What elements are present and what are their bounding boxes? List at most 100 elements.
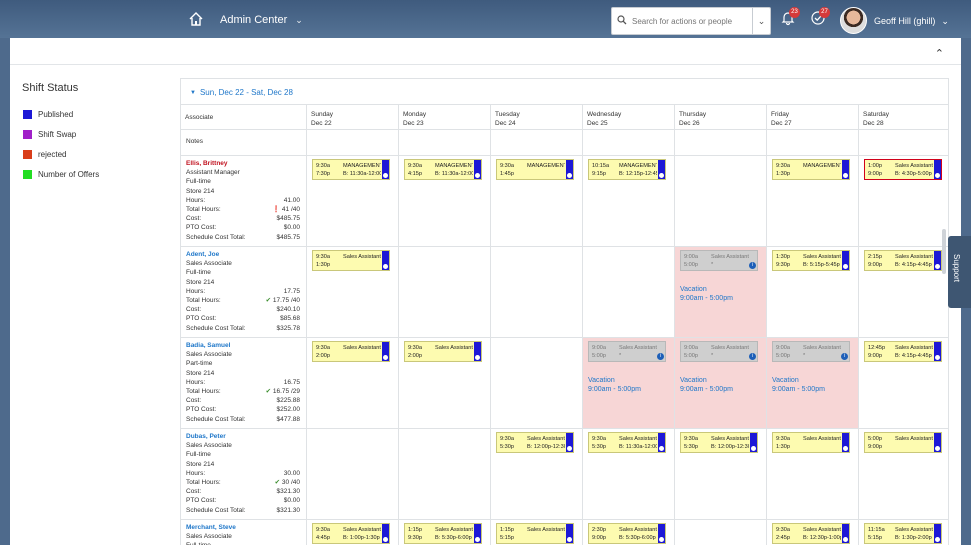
shift-cell[interactable]: 9:30a 7:30p MANAGEMENT B: 11:30a-12:00p [306, 156, 398, 246]
shift-start: 9:30a [500, 163, 514, 169]
shift-block[interactable]: 9:30a 4:15p MANAGEMENT B: 11:30a-12:00p [404, 159, 482, 180]
notes-day-cell[interactable] [306, 130, 398, 155]
shift-block[interactable]: 5:00p 9:00p Sales Assistant [864, 432, 942, 453]
associate-name[interactable]: Ellis, Brittney [186, 159, 306, 168]
notes-day-cell[interactable] [766, 130, 858, 155]
shift-cell[interactable]: 9:00a 5:00p Sales Assistant * i Vacation 9:… [582, 338, 674, 428]
shift-block[interactable]: 9:30a 2:45p Sales Assistant B: 12:30p-1:00… [772, 523, 850, 544]
search-dropdown-icon[interactable]: ⌄ [752, 8, 770, 34]
shift-cell[interactable]: 9:30a 4:45p Sales Assistant B: 1:00p-1:30p [306, 520, 398, 545]
shift-block[interactable]: 9:30a 1:30p Sales Assistant [772, 432, 850, 453]
shift-block[interactable]: 9:30a 1:30p MANAGEMENT [772, 159, 850, 180]
shift-start: 9:30a [592, 436, 606, 442]
shift-cell[interactable] [398, 429, 490, 519]
shift-cell[interactable] [674, 156, 766, 246]
shift-cell[interactable]: 9:00a 5:00p Sales Assistant * i Vacation 9:… [674, 338, 766, 428]
shift-cell[interactable]: 12:45p 9:00p Sales Assistant B: 4:15p-4:45… [858, 338, 948, 428]
user-menu[interactable]: Geoff Hill (ghill) ⌄ [874, 16, 949, 27]
shift-cell[interactable]: 9:30a 4:15p MANAGEMENT B: 11:30a-12:00p [398, 156, 490, 246]
shift-block[interactable]: 9:30a 1:45p MANAGEMENT [496, 159, 574, 180]
notes-day-cell[interactable] [398, 130, 490, 155]
shift-cell[interactable] [398, 247, 490, 337]
shift-cell[interactable] [490, 247, 582, 337]
notes-day-cell[interactable] [674, 130, 766, 155]
shift-times: 9:30a 7:30p [316, 162, 330, 178]
cost-label: Cost: [186, 397, 202, 405]
shift-cell[interactable]: 9:30a 5:30p Sales Assistant B: 12:00p-12:3… [674, 429, 766, 519]
shift-block[interactable]: 1:30p 9:30p Sales Assistant B: 5:15p-5:45p [772, 250, 850, 271]
shift-cell[interactable]: 9:30a 1:45p MANAGEMENT [490, 156, 582, 246]
schedule-cost-value: $485.75 [276, 233, 301, 241]
shift-block[interactable]: 9:00a 5:00p Sales Assistant * i [772, 341, 850, 362]
shift-block[interactable]: 12:45p 9:00p Sales Assistant B: 4:15p-4:45… [864, 341, 942, 362]
shift-cell[interactable]: 11:15a 5:15p Sales Assistant B: 1:30p-2:00… [858, 520, 948, 545]
shift-cell[interactable]: 5:00p 9:00p Sales Assistant [858, 429, 948, 519]
shift-cell[interactable]: 9:30a 5:30p Sales Assistant B: 11:30a-12:0… [582, 429, 674, 519]
shift-cell[interactable]: 2:30p 9:00p Sales Assistant B: 5:30p-6:00p [582, 520, 674, 545]
shift-cell[interactable]: 9:30a 1:30p MANAGEMENT [766, 156, 858, 246]
shift-cell[interactable]: 9:30a 2:00p Sales Assistant [398, 338, 490, 428]
search-input[interactable] [632, 16, 750, 26]
notifications-button[interactable]: 23 [780, 7, 800, 28]
shift-end: 5:30p [500, 444, 514, 450]
shift-cell[interactable]: 9:30a 2:00p Sales Assistant [306, 338, 398, 428]
associate-name[interactable]: Dubas, Peter [186, 432, 306, 441]
shift-block[interactable]: 9:30a 1:30p Sales Assistant [312, 250, 390, 271]
shift-cell[interactable] [306, 429, 398, 519]
shift-cell[interactable]: 9:30a 1:30p Sales Assistant [766, 429, 858, 519]
shift-cell[interactable]: 2:15p 9:00p Sales Assistant B: 4:15p-4:45p [858, 247, 948, 337]
shift-cell[interactable]: 9:30a 1:30p Sales Assistant [306, 247, 398, 337]
date-range-toggle[interactable]: ▼ Sun, Dec 22 - Sat, Dec 28 [190, 88, 293, 97]
shift-end: 4:45p [316, 535, 330, 541]
shift-block[interactable]: 2:15p 9:00p Sales Assistant B: 4:15p-4:45p [864, 250, 942, 271]
shift-cell[interactable]: 1:15p 9:30p Sales Assistant B: 5:30p-6:00p [398, 520, 490, 545]
shift-block[interactable]: 9:30a 5:30p Sales Assistant B: 11:30a-12:0… [588, 432, 666, 453]
shift-block[interactable]: 2:30p 9:00p Sales Assistant B: 5:30p-6:00p [588, 523, 666, 544]
shift-cell[interactable]: 9:00a 5:00p Sales Assistant * i Vacation 9:… [766, 338, 858, 428]
shift-cell[interactable] [674, 520, 766, 545]
shift-block[interactable]: 9:30a 7:30p MANAGEMENT B: 11:30a-12:00p [312, 159, 390, 180]
support-tab[interactable]: Support [948, 236, 971, 308]
shift-block[interactable]: 9:00a 5:00p Sales Assistant * i [680, 250, 758, 271]
tasks-button[interactable]: 27 [810, 7, 830, 28]
shift-cell[interactable] [490, 338, 582, 428]
shift-block[interactable]: 9:30a 2:00p Sales Assistant [404, 341, 482, 362]
shift-block[interactable]: 9:00a 5:00p Sales Assistant * i [680, 341, 758, 362]
shift-cell[interactable]: 9:30a 2:45p Sales Assistant B: 12:30p-1:00… [766, 520, 858, 545]
info-icon[interactable]: i [749, 262, 756, 269]
shift-block[interactable]: 9:30a 2:00p Sales Assistant [312, 341, 390, 362]
module-switcher[interactable]: Admin Center ⌄ [220, 14, 303, 26]
info-icon[interactable]: i [749, 353, 756, 360]
shift-block[interactable]: 1:15p 9:30p Sales Assistant B: 5:30p-6:00p [404, 523, 482, 544]
shift-end: 9:00p [592, 535, 606, 541]
shift-block[interactable]: 11:15a 5:15p Sales Assistant B: 1:30p-2:00… [864, 523, 942, 544]
home-icon[interactable] [188, 11, 204, 27]
collapse-up-icon[interactable]: ⌃ [935, 47, 944, 60]
shift-cell[interactable]: 1:15p 5:15p Sales Assistant [490, 520, 582, 545]
associate-name[interactable]: Adent, Joe [186, 250, 306, 259]
notes-day-cell[interactable] [582, 130, 674, 155]
shift-block[interactable]: 9:00a 5:00p Sales Assistant * i [588, 341, 666, 362]
vertical-scrollbar[interactable] [942, 229, 946, 274]
avatar[interactable] [840, 7, 867, 34]
shift-start: 2:30p [592, 527, 606, 533]
shift-cell[interactable]: 1:00p 9:00p Sales Assistant B: 4:30p-5:00p [858, 156, 948, 246]
associate-info: Adent, Joe Sales Associate Full-time Sto… [181, 247, 306, 337]
notes-day-cell[interactable] [490, 130, 582, 155]
shift-cell[interactable]: 10:15a 9:15p MANAGEMENT B: 12:15p-12:45p [582, 156, 674, 246]
shift-block[interactable]: 9:30a 5:30p Sales Assistant B: 12:00p-12:3… [680, 432, 758, 453]
info-icon[interactable]: i [841, 353, 848, 360]
shift-block[interactable]: 9:30a 4:45p Sales Assistant B: 1:00p-1:30p [312, 523, 390, 544]
shift-cell[interactable] [582, 247, 674, 337]
shift-block[interactable]: 9:30a 5:30p Sales Assistant B: 12:00p-12:3… [496, 432, 574, 453]
shift-block[interactable]: 1:00p 9:00p Sales Assistant B: 4:30p-5:00p [864, 159, 942, 180]
notes-day-cell[interactable] [858, 130, 948, 155]
associate-name[interactable]: Badia, Samuel [186, 341, 306, 350]
associate-name[interactable]: Merchant, Steve [186, 523, 306, 532]
shift-block[interactable]: 10:15a 9:15p MANAGEMENT B: 12:15p-12:45p [588, 159, 666, 180]
shift-cell[interactable]: 9:00a 5:00p Sales Assistant * i Vacation 9:… [674, 247, 766, 337]
shift-cell[interactable]: 1:30p 9:30p Sales Assistant B: 5:15p-5:45p [766, 247, 858, 337]
info-icon[interactable]: i [657, 353, 664, 360]
shift-block[interactable]: 1:15p 5:15p Sales Assistant [496, 523, 574, 544]
shift-cell[interactable]: 9:30a 5:30p Sales Assistant B: 12:00p-12:3… [490, 429, 582, 519]
